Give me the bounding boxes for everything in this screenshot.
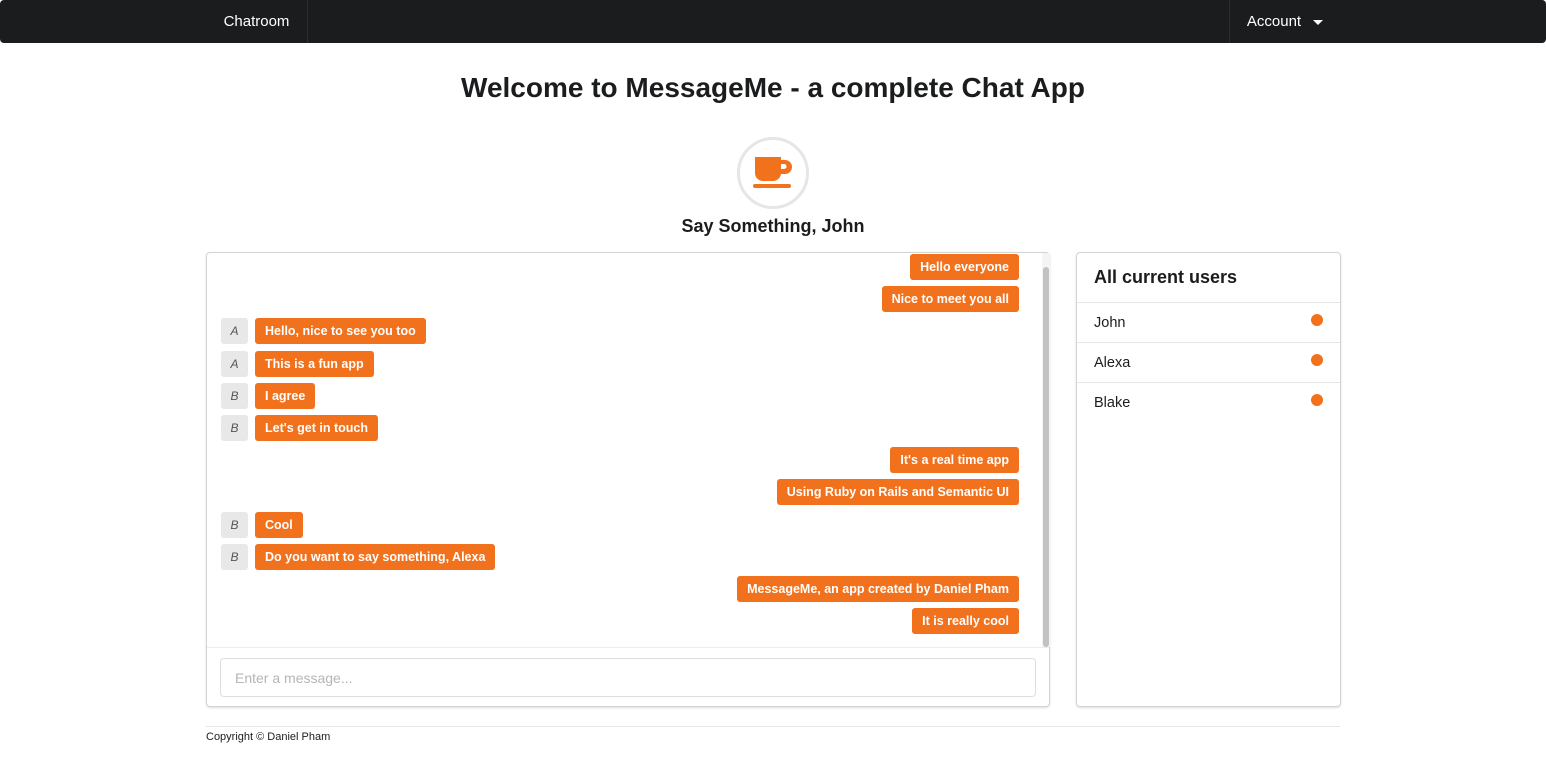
account-dropdown[interactable]: Account [1229, 0, 1340, 43]
message-bubble: This is a fun app [255, 351, 374, 377]
message-bubble: I agree [255, 383, 316, 409]
chat-panel: Hello everyone Nice to meet you all A Hello… [206, 252, 1050, 707]
message-bubble: Let's get in touch [255, 415, 378, 441]
message-bubble: It is really cool [912, 608, 1019, 634]
message-list-scrollbar[interactable] [1042, 253, 1050, 647]
caret-down-icon [1313, 19, 1324, 25]
message-bubble: Hello everyone [910, 254, 1019, 280]
message-bubble: Do you want to say something, Alexa [255, 544, 496, 570]
nav-chatroom-label: Chatroom [223, 13, 290, 30]
message-composer [207, 647, 1049, 706]
users-panel-title: All current users [1077, 253, 1340, 303]
user-list-item[interactable]: John [1077, 303, 1340, 343]
user-list-item[interactable]: Alexa [1077, 343, 1340, 383]
online-status-icon [1311, 353, 1323, 366]
footer-divider [206, 726, 1340, 727]
message-bubble: Nice to meet you all [881, 286, 1019, 312]
avatar: B [221, 544, 248, 570]
message-input[interactable] [220, 658, 1036, 697]
avatar: B [221, 383, 248, 409]
top-navbar: Chatroom Account [0, 0, 1546, 43]
message-list[interactable]: Hello everyone Nice to meet you all A Hello… [207, 253, 1043, 647]
user-list-item[interactable]: Blake [1077, 383, 1340, 423]
user-name: Alexa [1094, 354, 1131, 371]
footer-copyright: Copyright © Daniel Pham [206, 731, 331, 743]
user-name: John [1094, 314, 1126, 331]
greeting-subtitle: Say Something, John [681, 216, 865, 236]
message-bubble: MessageMe, an app created by Daniel Pham [737, 576, 1019, 602]
message-bubble: Using Ruby on Rails and Semantic UI [776, 479, 1019, 505]
message-bubble: Cool [255, 512, 303, 538]
scrollbar-thumb[interactable] [1043, 267, 1049, 647]
message-bubble: It's a real time app [890, 447, 1019, 473]
avatar: B [221, 512, 248, 538]
user-list: John Alexa Blake [1077, 303, 1340, 423]
account-label: Account [1246, 13, 1302, 30]
avatar: A [221, 351, 248, 377]
online-status-icon [1311, 394, 1323, 406]
user-name: Blake [1094, 395, 1131, 411]
message-bubble: Hello, nice to see you too [255, 318, 426, 344]
online-status-icon [1311, 313, 1323, 326]
page-title: Welcome to MessageMe - a complete Chat A… [461, 72, 1085, 103]
coffee-cup-icon [737, 137, 809, 209]
avatar: A [221, 318, 248, 344]
nav-chatroom-link[interactable]: Chatroom [206, 0, 308, 43]
avatar: B [221, 415, 248, 441]
users-panel: All current users John Alexa Blake [1076, 252, 1341, 707]
